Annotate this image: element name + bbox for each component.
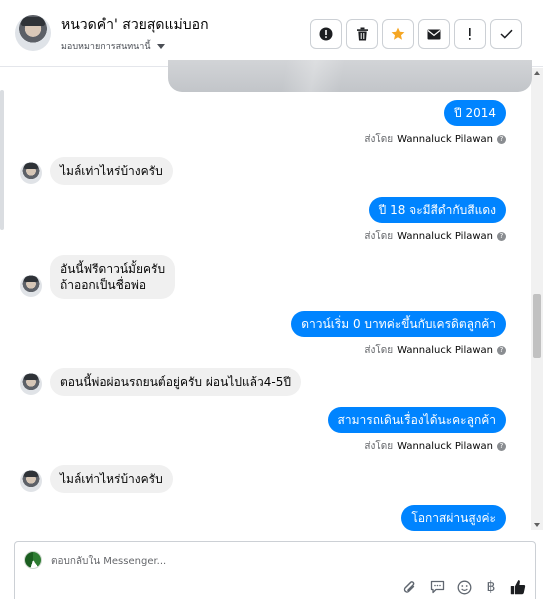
sent-by-label: ส่งโดย Wannaluck Pilawan?: [364, 229, 506, 244]
thumbs-up-icon: [510, 580, 526, 595]
page-avatar: [24, 551, 42, 569]
star-button[interactable]: [382, 19, 414, 49]
outgoing-message[interactable]: ปี 2014: [444, 100, 506, 126]
sender-avatar: [20, 470, 42, 492]
trash-icon: [356, 27, 368, 41]
emoji-icon: [457, 580, 471, 594]
question-icon[interactable]: ?: [497, 135, 506, 144]
exclamation-circle-icon: [319, 27, 333, 41]
scrollbar-thumb[interactable]: [533, 294, 541, 358]
baht-icon: ฿: [486, 579, 496, 595]
exclamation-icon: [469, 28, 471, 40]
like-button[interactable]: [509, 578, 527, 596]
star-icon: [391, 27, 405, 40]
question-icon[interactable]: ?: [497, 346, 506, 355]
contact-avatar[interactable]: [15, 15, 51, 51]
checkmark-icon: [499, 29, 513, 39]
envelope-icon: [427, 29, 441, 39]
question-icon[interactable]: ?: [497, 442, 506, 451]
left-panel-scroll-indicator: [0, 90, 4, 230]
outgoing-message[interactable]: โอกาสผ่านสูงค่ะ: [401, 505, 506, 531]
sent-by-label: ส่งโดย Wannaluck Pilawan?: [364, 439, 506, 454]
attach-button[interactable]: [401, 578, 419, 596]
chevron-down-icon: [156, 43, 165, 49]
message-scrollbar[interactable]: [531, 68, 543, 530]
alert-button[interactable]: [310, 19, 342, 49]
scroll-down-arrow-icon[interactable]: [534, 523, 540, 527]
sender-avatar: [20, 373, 42, 395]
sent-by-label: ส่งโดย Wannaluck Pilawan?: [364, 343, 506, 358]
delete-button[interactable]: [346, 19, 378, 49]
emoji-button[interactable]: [455, 578, 473, 596]
incoming-message[interactable]: อันนี้ฟรีดาวน์มั้ยครับ ถ้าออกเป็นชื่อพ่อ: [50, 255, 176, 299]
outgoing-message[interactable]: ปี 18 จะมีสีดำกับสีแดง: [368, 197, 506, 223]
contact-name[interactable]: หนวดคำ' สวยสุดแม่บอก: [61, 14, 209, 36]
messenger-conversation-panel: หนวดคำ' สวยสุดแม่บอก มอบหมายการสนทนานี้: [0, 0, 543, 599]
sent-by-label: ส่งโดย Wannaluck Pilawan?: [364, 132, 506, 147]
incoming-message[interactable]: ไมล์เท่าไหร่บ้างครับ: [50, 157, 173, 185]
done-button[interactable]: [490, 19, 522, 49]
important-button[interactable]: [454, 19, 486, 49]
sender-avatar: [20, 162, 42, 184]
image-attachment-message[interactable]: [168, 60, 532, 92]
email-button[interactable]: [418, 19, 450, 49]
incoming-message[interactable]: ตอนนี้พ่อผ่อนรถยนต์อยู่ครับ ผ่อนไปแล้ว4-…: [50, 368, 301, 396]
saved-replies-button[interactable]: [428, 578, 446, 596]
outgoing-message[interactable]: ดาวน์เริ่ม 0 บาทค่ะขึ้นกับเครดิตลูกค้า: [291, 311, 506, 337]
scroll-up-arrow-icon[interactable]: [534, 71, 540, 75]
reply-input[interactable]: [51, 552, 511, 570]
speech-bubble-icon: [430, 580, 444, 594]
assign-label: มอบหมายการสนทนานี้: [61, 42, 151, 52]
question-icon[interactable]: ?: [497, 232, 506, 241]
outgoing-message[interactable]: สามารถเดินเรื่องได้นะคะลูกค้า: [327, 407, 506, 433]
conversation-header: หนวดคำ' สวยสุดแม่บอก มอบหมายการสนทนานี้: [0, 0, 543, 67]
payment-button[interactable]: ฿: [482, 578, 500, 596]
reply-composer: ฿: [14, 541, 536, 599]
paperclip-icon: [403, 580, 415, 593]
incoming-message[interactable]: ไมล์เท่าไหร่บ้างครับ: [50, 465, 173, 493]
sender-avatar: [20, 275, 42, 297]
assign-conversation-dropdown[interactable]: มอบหมายการสนทนานี้: [61, 39, 165, 53]
